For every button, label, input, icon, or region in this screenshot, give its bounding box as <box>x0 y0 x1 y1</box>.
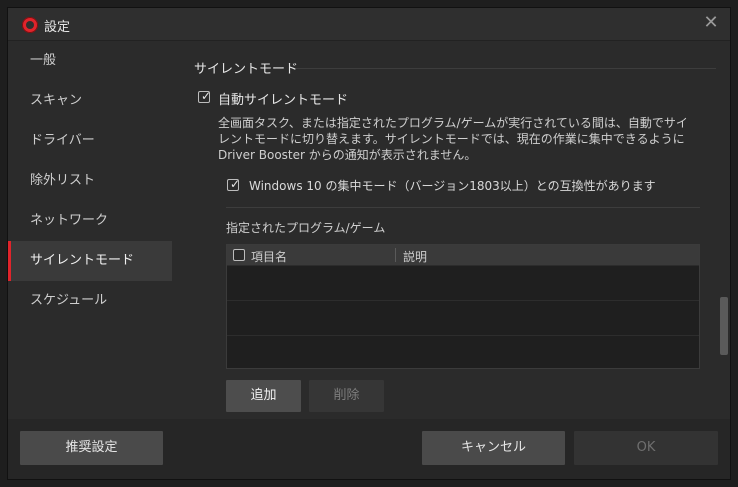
column-header-description[interactable]: 説明 <box>403 248 427 265</box>
ok-button[interactable]: OK <box>574 431 718 465</box>
column-separator <box>395 248 396 262</box>
windows10-focus-label: Windows 10 の集中モード（バージョン1803以上）との互換性があります <box>249 179 656 193</box>
table-row <box>227 335 699 370</box>
footer-bar: 推奨設定 キャンセル OK <box>8 419 730 479</box>
silent-mode-description: 全画面タスク、または指定されたプログラム/ゲームが実行されている間は、自動でサイ… <box>218 116 688 162</box>
program-list-title: 指定されたプログラム/ゲーム <box>226 221 386 235</box>
divider <box>226 207 700 208</box>
sidebar: 一般 スキャン ドライバー 除外リスト ネットワーク サイレントモード スケジュ… <box>8 41 172 419</box>
select-all-checkbox[interactable] <box>233 249 245 261</box>
window-title: 設定 <box>44 20 71 35</box>
sidebar-item-scan[interactable]: スキャン <box>8 81 172 121</box>
sidebar-item-general[interactable]: 一般 <box>8 41 172 81</box>
table-header: 項目名 説明 <box>227 245 699 266</box>
add-button[interactable]: 追加 <box>226 380 301 412</box>
delete-button[interactable]: 削除 <box>309 380 384 412</box>
table-row <box>227 300 699 336</box>
recommended-settings-button[interactable]: 推奨設定 <box>20 431 163 465</box>
checkmark-icon: ✓ <box>230 177 241 191</box>
sidebar-item-schedule[interactable]: スケジュール <box>8 281 172 321</box>
sidebar-item-network[interactable]: ネットワーク <box>8 201 172 241</box>
app-logo-icon <box>22 17 38 33</box>
auto-silent-mode-checkbox[interactable]: ✓ <box>198 89 212 103</box>
cancel-button[interactable]: キャンセル <box>422 431 565 465</box>
program-table: 項目名 説明 <box>226 244 700 369</box>
table-row <box>227 265 699 301</box>
settings-window: 設定 ✕ 一般 スキャン ドライバー 除外リスト ネットワーク サイレントモード… <box>8 8 730 479</box>
settings-content: サイレントモード ✓ 自動サイレントモード 全画面タスク、または指定されたプログ… <box>172 41 730 419</box>
column-header-name[interactable]: 項目名 <box>251 248 287 265</box>
section-title: サイレントモード <box>194 62 299 77</box>
scrollbar-thumb[interactable] <box>720 297 728 355</box>
sidebar-item-driver[interactable]: ドライバー <box>8 121 172 161</box>
title-bar: 設定 ✕ <box>8 8 730 41</box>
close-icon[interactable]: ✕ <box>702 14 720 32</box>
section-divider <box>296 68 716 69</box>
sidebar-item-exclusion-list[interactable]: 除外リスト <box>8 161 172 201</box>
checkmark-icon: ✓ <box>201 89 212 103</box>
windows10-focus-checkbox[interactable]: ✓ <box>227 177 241 191</box>
auto-silent-mode-label: 自動サイレントモード <box>218 93 349 108</box>
sidebar-item-silent-mode[interactable]: サイレントモード <box>8 241 172 281</box>
scrollbar[interactable] <box>718 41 730 419</box>
